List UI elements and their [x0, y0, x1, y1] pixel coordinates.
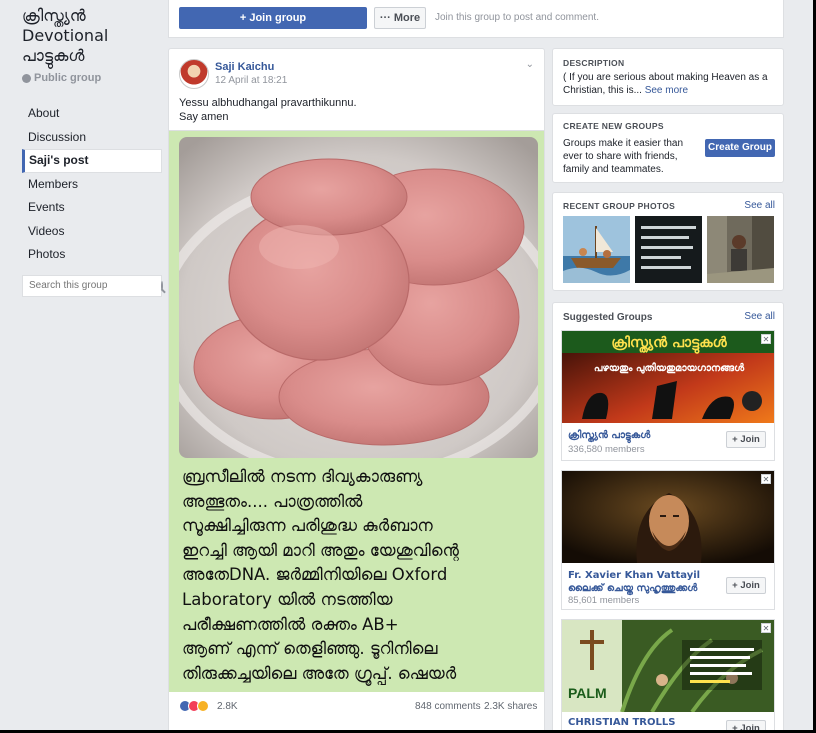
suggested-group: ✕ Fr. Xavier Khan Vattayil ലൈക്ക് ചെയ്ത …	[561, 470, 775, 610]
privacy-text: Public group	[34, 72, 102, 84]
photo-thumbnail[interactable]	[635, 216, 702, 283]
join-group-button[interactable]: + Join group	[179, 7, 367, 29]
reaction-icons[interactable]	[179, 700, 209, 712]
meat-slices-image	[179, 137, 538, 458]
photo-thumbnail[interactable]	[707, 216, 774, 283]
suggested-group-name[interactable]: ക്രിസ്ത്യൻ പാട്ടുകൾ	[568, 429, 718, 442]
nav-item-events[interactable]: Events	[22, 196, 162, 220]
nav-item-photos[interactable]: Photos	[22, 243, 162, 267]
create-group-text: Groups make it easier than ever to share…	[563, 138, 684, 175]
group-search	[22, 274, 163, 297]
description-card: DESCRIPTION ( If you are serious about m…	[552, 48, 784, 106]
post-text: Yessu albhudhangal pravarthikunnu. Say a…	[179, 96, 357, 124]
nav-item-videos[interactable]: Videos	[22, 220, 162, 244]
suggested-group-members: 85,601 members	[568, 595, 640, 606]
photo-thumbnail[interactable]	[563, 216, 630, 283]
post-photo[interactable]	[179, 137, 538, 458]
suggested-group-name[interactable]: CHRISTIAN TROLLS	[568, 716, 718, 729]
suggested-group-name[interactable]: Fr. Xavier Khan Vattayil ലൈക്ക് ചെയ്ത സു…	[568, 569, 718, 595]
palm-sunday-image: PALM	[562, 620, 774, 712]
haha-icon	[197, 700, 209, 712]
search-input[interactable]	[29, 280, 161, 291]
suggested-groups-heading: Suggested Groups	[563, 312, 653, 323]
avatar[interactable]	[179, 59, 209, 89]
create-group-card: CREATE NEW GROUPS Groups make it easier …	[552, 113, 784, 183]
recent-photos-card: RECENT GROUP PHOTOS See all	[552, 192, 784, 291]
post-card: Saji Kaichu 12 April at 18:21 ⌄ Yessu al…	[168, 48, 545, 733]
nav-item-sajis-post[interactable]: Saji's post	[22, 149, 162, 173]
boat-painting-image	[563, 216, 630, 283]
privacy-label: Public group	[22, 72, 162, 84]
description-text: ( If you are serious about making Heaven…	[563, 71, 777, 97]
description-heading: DESCRIPTION	[563, 58, 625, 68]
group-cover[interactable]	[562, 471, 774, 563]
street-photo-image	[707, 216, 774, 283]
create-group-button[interactable]: Create Group	[705, 139, 775, 157]
join-button[interactable]: + Join	[726, 431, 766, 448]
cover-subtitle: പഴയതും പുതിയതുമായഗാനങ്ങൾ	[594, 361, 745, 375]
left-column: ക്രിസ്ത്യൻ Devotional പാട്ടുകൾ Public gr…	[22, 6, 163, 297]
post-image-caption: ബ്രസീലിൽ നടന്ന ദിവ്യകാരുണ്യ അത്ഭുതം.... …	[182, 467, 459, 683]
suggested-group: PALM ✕ CHRISTIAN TROLLS + Join	[561, 619, 775, 733]
more-button[interactable]: ··· More	[374, 7, 426, 29]
cover-label: PALM	[568, 685, 607, 701]
post-author[interactable]: Saji Kaichu	[215, 61, 274, 73]
text-image	[635, 216, 702, 283]
join-button[interactable]: + Join	[726, 577, 766, 594]
close-icon[interactable]: ✕	[761, 334, 771, 344]
suggested-group-members: 336,580 members	[568, 444, 645, 455]
close-icon[interactable]: ✕	[761, 623, 771, 633]
group-action-bar: + Join group ··· More Join this group to…	[168, 0, 784, 38]
search-icon[interactable]	[161, 280, 163, 291]
group-cover[interactable]: PALM	[562, 620, 774, 712]
nav-item-members[interactable]: Members	[22, 173, 162, 197]
post-media[interactable]: ബ്രസീലിൽ നടന്ന ദിവ്യകാരുണ്യ അത്ഭുതം.... …	[169, 130, 544, 692]
reaction-count[interactable]: 2.8K	[217, 701, 238, 712]
suggested-group: ക്രിസ്ത്യൻ പാട്ടുകൾ പഴയതും പുതിയതുമായഗാന…	[561, 330, 775, 461]
nav-item-discussion[interactable]: Discussion	[22, 126, 162, 150]
group-nav: About Discussion Saji's post Members Eve…	[22, 102, 162, 267]
post-text-line: Yessu albhudhangal pravarthikunnu.	[179, 97, 357, 109]
see-all-photos-link[interactable]: See all	[744, 200, 775, 211]
join-button[interactable]: + Join	[726, 720, 766, 733]
share-count[interactable]: 2.3K shares	[484, 701, 537, 712]
chevron-down-icon[interactable]: ⌄	[526, 59, 534, 70]
comment-count[interactable]: 848 comments	[415, 701, 481, 712]
join-note: Join this group to post and comment.	[435, 12, 599, 23]
portrait-image	[562, 471, 774, 563]
create-group-heading: CREATE NEW GROUPS	[563, 121, 664, 131]
suggested-groups-card: Suggested Groups See all ക്രിസ്ത്യൻ പാട്…	[552, 302, 784, 733]
group-cover[interactable]: ക്രിസ്ത്യൻ പാട്ടുകൾ പഴയതും പുതിയതുമായഗാന…	[562, 331, 774, 423]
see-all-groups-link[interactable]: See all	[744, 311, 775, 322]
see-more-link[interactable]: See more	[645, 85, 688, 96]
group-cover-image: ക്രിസ്ത്യൻ പാട്ടുകൾ പഴയതും പുതിയതുമായഗാന…	[562, 331, 774, 423]
nav-item-about[interactable]: About	[22, 102, 162, 126]
post-footer: 2.8K 848 comments 2.3K shares	[169, 692, 544, 720]
post-timestamp[interactable]: 12 April at 18:21	[215, 75, 287, 86]
post-text-line: Say amen	[179, 111, 229, 123]
globe-icon	[22, 73, 31, 83]
close-icon[interactable]: ✕	[761, 474, 771, 484]
recent-photos-heading: RECENT GROUP PHOTOS	[563, 201, 676, 211]
group-name[interactable]: ക്രിസ്ത്യൻ Devotional പാട്ടുകൾ	[22, 6, 162, 66]
